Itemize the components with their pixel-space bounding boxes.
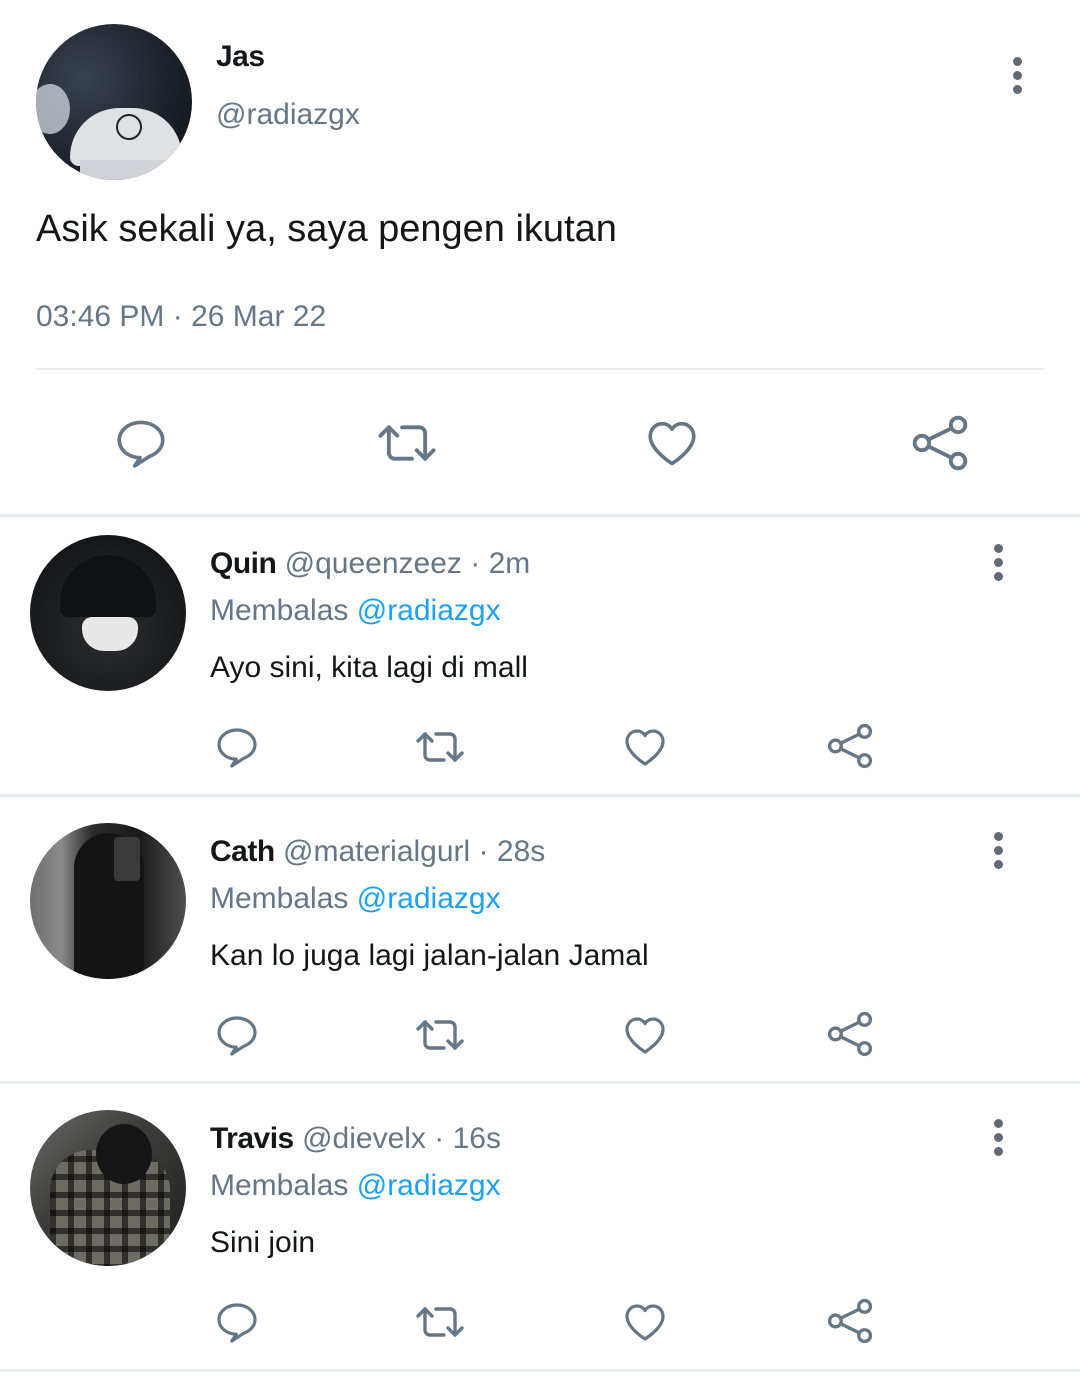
separator: · bbox=[470, 547, 481, 580]
more-options-icon[interactable] bbox=[992, 544, 1004, 581]
reply-button[interactable] bbox=[213, 1298, 261, 1346]
tweet-text: Asik sekali ya, saya pengen ikutan bbox=[36, 208, 617, 250]
replying-label: Membalas bbox=[210, 1169, 349, 1202]
retweet-icon bbox=[416, 732, 464, 762]
reply-button[interactable] bbox=[213, 1011, 261, 1059]
reply-header: Cath @materialgurl · 28s bbox=[210, 835, 545, 869]
retweet-icon bbox=[416, 1307, 464, 1337]
reply-header: Quin @queenzeez · 2m bbox=[210, 547, 530, 581]
avatar-cloud bbox=[36, 84, 70, 134]
share-button[interactable] bbox=[825, 721, 875, 771]
author-handle[interactable]: @queenzeez bbox=[285, 547, 462, 580]
heart-icon bbox=[625, 1304, 665, 1341]
avatar[interactable] bbox=[30, 535, 186, 691]
mention-link[interactable]: @radiazgx bbox=[357, 1169, 501, 1202]
reply-text: Sini join bbox=[210, 1226, 316, 1259]
separator: · bbox=[478, 835, 489, 868]
reply-button[interactable] bbox=[213, 723, 261, 771]
author-name[interactable]: Jas bbox=[216, 40, 265, 74]
divider bbox=[0, 1369, 1080, 1372]
more-options-icon[interactable] bbox=[1011, 57, 1023, 94]
avatar[interactable] bbox=[36, 24, 192, 180]
like-button[interactable] bbox=[621, 1298, 669, 1346]
author-handle[interactable]: @radiazgx bbox=[216, 98, 360, 132]
replying-label: Membalas bbox=[210, 882, 349, 915]
author-handle[interactable]: @dievelx bbox=[302, 1122, 426, 1155]
reply-header: Travis @dievelx · 16s bbox=[210, 1122, 501, 1156]
share-icon bbox=[827, 1011, 873, 1057]
share-icon bbox=[827, 1298, 873, 1344]
reply-time: 2m bbox=[488, 547, 531, 580]
author-handle[interactable]: @materialgurl bbox=[283, 835, 470, 868]
replying-to: Membalas @radiazgx bbox=[210, 594, 501, 628]
speech-bubble-icon bbox=[117, 420, 165, 468]
retweet-button[interactable] bbox=[411, 723, 469, 771]
more-options-icon[interactable] bbox=[992, 1119, 1004, 1156]
retweet-button[interactable] bbox=[411, 1298, 469, 1346]
avatar-cap-brim bbox=[80, 160, 176, 180]
divider bbox=[36, 368, 1044, 370]
share-button[interactable] bbox=[909, 412, 971, 474]
mention-link[interactable]: @radiazgx bbox=[357, 594, 501, 627]
reply-tweet[interactable]: Quin @queenzeez · 2m Membalas @radiazgx … bbox=[0, 517, 1080, 802]
retweet-icon bbox=[416, 1020, 464, 1050]
main-tweet: Jas @radiazgx Asik sekali ya, saya penge… bbox=[0, 0, 1080, 514]
speech-bubble-icon bbox=[217, 1303, 257, 1343]
avatar-mask bbox=[82, 617, 138, 651]
like-button[interactable] bbox=[643, 414, 701, 472]
share-button[interactable] bbox=[825, 1009, 875, 1059]
like-button[interactable] bbox=[621, 1011, 669, 1059]
heart-icon bbox=[625, 1017, 665, 1054]
replying-to: Membalas @radiazgx bbox=[210, 882, 501, 916]
tweet-timestamp: 03:46 PM · 26 Mar 22 bbox=[36, 300, 327, 333]
replying-label: Membalas bbox=[210, 594, 349, 627]
reply-text: Kan lo juga lagi jalan-jalan Jamal bbox=[210, 939, 649, 972]
share-button[interactable] bbox=[825, 1296, 875, 1346]
share-icon bbox=[827, 723, 873, 769]
author-name[interactable]: Cath bbox=[210, 835, 275, 868]
avatar[interactable] bbox=[30, 1110, 186, 1266]
avatar-hat bbox=[60, 555, 156, 617]
speech-bubble-icon bbox=[217, 1016, 257, 1056]
separator: · bbox=[434, 1122, 445, 1155]
more-options-icon[interactable] bbox=[992, 832, 1004, 869]
reply-time: 16s bbox=[452, 1122, 501, 1155]
like-button[interactable] bbox=[621, 723, 669, 771]
reply-time: 28s bbox=[496, 835, 546, 868]
heart-icon bbox=[625, 729, 665, 766]
reply-button[interactable] bbox=[112, 414, 170, 472]
reply-tweet[interactable]: Travis @dievelx · 16s Membalas @radiazgx… bbox=[0, 1092, 1080, 1377]
heart-icon bbox=[648, 421, 696, 466]
sad-face-icon bbox=[116, 114, 142, 140]
avatar[interactable] bbox=[30, 823, 186, 979]
retweet-icon bbox=[378, 425, 436, 461]
mention-link[interactable]: @radiazgx bbox=[357, 882, 501, 915]
author-name[interactable]: Quin bbox=[210, 547, 277, 580]
retweet-button[interactable] bbox=[372, 414, 442, 472]
divider bbox=[0, 794, 1080, 797]
share-icon bbox=[912, 415, 968, 471]
divider bbox=[0, 1081, 1080, 1084]
speech-bubble-icon bbox=[217, 728, 257, 768]
avatar-phone bbox=[114, 837, 140, 881]
replying-to: Membalas @radiazgx bbox=[210, 1169, 501, 1203]
reply-text: Ayo sini, kita lagi di mall bbox=[210, 651, 528, 684]
author-name[interactable]: Travis bbox=[210, 1122, 294, 1155]
avatar-head bbox=[96, 1124, 152, 1184]
reply-tweet[interactable]: Cath @materialgurl · 28s Membalas @radia… bbox=[0, 805, 1080, 1090]
retweet-button[interactable] bbox=[411, 1011, 469, 1059]
